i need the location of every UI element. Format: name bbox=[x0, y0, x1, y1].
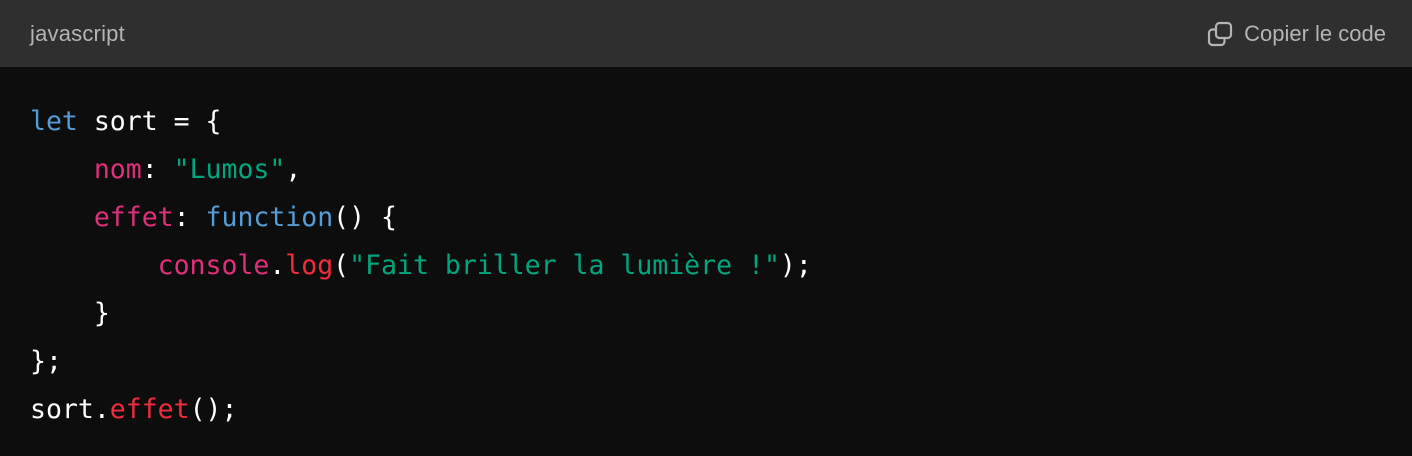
code-line: }; bbox=[30, 338, 812, 386]
code-token: effet bbox=[93, 202, 174, 233]
code-line: console.log("Fait briller la lumière !")… bbox=[30, 242, 812, 290]
code-block-header: javascript Copier le code bbox=[0, 0, 1412, 67]
code-line: } bbox=[30, 290, 812, 338]
code-token: effet bbox=[109, 394, 190, 425]
copy-code-label: Copier le code bbox=[1244, 20, 1386, 46]
code-token: : bbox=[173, 202, 206, 233]
code-token: function bbox=[205, 202, 334, 233]
code-token: . bbox=[269, 250, 286, 281]
code-token: (); bbox=[189, 394, 238, 425]
copy-code-button[interactable]: Copier le code bbox=[1206, 20, 1386, 48]
code-line: effet: function() { bbox=[30, 194, 812, 242]
code-token: ); bbox=[779, 250, 812, 281]
code-token: sort. bbox=[30, 394, 110, 425]
code-token: sort = { bbox=[77, 106, 222, 137]
code-line: nom: "Lumos", bbox=[30, 146, 812, 194]
language-label: javascript bbox=[30, 20, 125, 46]
code-token: ( bbox=[333, 250, 350, 281]
code-token: let bbox=[30, 106, 78, 137]
code-block: javascript Copier le code let sort = { n… bbox=[0, 0, 1412, 456]
code-token: }; bbox=[30, 346, 62, 377]
code-line: sort.effet(); bbox=[30, 386, 812, 434]
code-token: nom bbox=[93, 154, 142, 185]
code-token: () { bbox=[333, 202, 397, 233]
code-token: , bbox=[285, 154, 302, 185]
code-token: "Fait briller la lumière !" bbox=[349, 250, 780, 281]
copy-icon bbox=[1206, 20, 1234, 48]
code-token: console bbox=[157, 250, 270, 281]
code-token: : bbox=[141, 154, 174, 185]
code-token: } bbox=[30, 298, 110, 329]
code-token: "Lumos" bbox=[173, 154, 286, 185]
code-content: let sort = { nom: "Lumos", effet: functi… bbox=[30, 98, 812, 434]
code-line: let sort = { bbox=[30, 98, 812, 146]
code-token: log bbox=[285, 250, 334, 281]
